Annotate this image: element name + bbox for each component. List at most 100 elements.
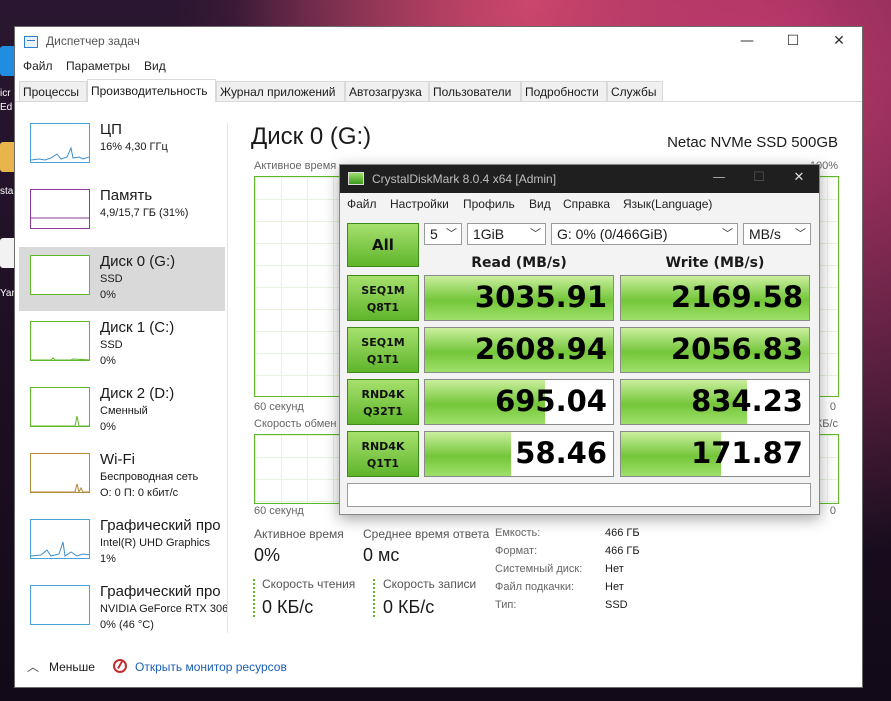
cdm-menu-profile[interactable]: Профиль bbox=[463, 197, 515, 211]
sidebar-item-label: Графический про bbox=[100, 517, 221, 534]
chevron-down-icon: ﹀ bbox=[795, 228, 806, 240]
cpu-thumbnail-graph bbox=[30, 123, 90, 163]
sidebar-item-usage: 0% bbox=[100, 289, 116, 301]
run-all-button[interactable]: All bbox=[347, 223, 419, 267]
test-seq1m-q8t1-button[interactable]: SEQ1M Q8T1 bbox=[347, 275, 419, 321]
test-seq1m-q1t1-button[interactable]: SEQ1M Q1T1 bbox=[347, 327, 419, 373]
gpu1-thumbnail-graph bbox=[30, 585, 90, 625]
desktop-label: Yar bbox=[0, 288, 15, 299]
sidebar-item-detail: Intel(R) UHD Graphics bbox=[100, 537, 211, 549]
chevron-up-icon[interactable]: ︿ bbox=[27, 658, 39, 675]
sidebar-item-detail: 16% 4,30 ГГц bbox=[100, 141, 168, 153]
minimize-button[interactable]: — bbox=[724, 27, 770, 57]
write-result: 2169.58 bbox=[620, 275, 810, 321]
sidebar-item-usage: 0% bbox=[100, 421, 116, 433]
type-label: Тип: bbox=[495, 599, 517, 611]
sidebar-item-disk1[interactable]: Диск 1 (C:) SSD 0% bbox=[19, 313, 225, 377]
tab-details[interactable]: Подробности bbox=[521, 81, 607, 101]
maximize-button[interactable]: ☐ bbox=[770, 27, 816, 57]
drive-value: G: 0% (0/466GiB) bbox=[557, 226, 668, 242]
comment-input[interactable] bbox=[347, 483, 811, 507]
cdm-minimize-button[interactable]: — bbox=[699, 165, 739, 193]
test-rnd4k-q1t1-button[interactable]: RND4K Q1T1 bbox=[347, 431, 419, 477]
cdm-menu-help[interactable]: Справка bbox=[563, 197, 610, 211]
transfer-rate-graph-min: 0 bbox=[829, 505, 836, 517]
test-name: RND4K bbox=[361, 388, 405, 401]
cdm-close-button[interactable]: ✕ bbox=[779, 165, 819, 193]
disk2-thumbnail-graph bbox=[30, 387, 90, 427]
cdm-menu-settings[interactable]: Настройки bbox=[390, 197, 449, 211]
page-file-label: Файл подкачки: bbox=[495, 581, 575, 593]
test-count-value: 5 bbox=[430, 226, 438, 242]
result-value: 171.87 bbox=[691, 436, 803, 470]
page-title: Диск 0 (G:) bbox=[251, 123, 372, 150]
test-rnd4k-q32t1-button[interactable]: RND4K Q32T1 bbox=[347, 379, 419, 425]
result-value: 2169.58 bbox=[670, 280, 803, 314]
fewer-details-link[interactable]: Меньше bbox=[49, 660, 95, 674]
sidebar-item-label: Диск 2 (D:) bbox=[100, 385, 175, 402]
test-name: SEQ1M bbox=[361, 284, 405, 297]
tab-users[interactable]: Пользователи bbox=[429, 81, 521, 101]
drive-select[interactable]: G: 0% (0/466GiB) ﹀ bbox=[551, 223, 738, 245]
tab-performance[interactable]: Производительность bbox=[87, 79, 216, 102]
result-value: 3035.91 bbox=[474, 280, 607, 314]
crystaldiskmark-icon bbox=[348, 172, 364, 185]
read-speed-label: Скорость чтения bbox=[262, 577, 356, 591]
test-count-select[interactable]: 5 ﹀ bbox=[424, 223, 462, 245]
read-column-header: Read (MB/s) bbox=[471, 255, 567, 271]
response-time-label: Среднее время ответа bbox=[363, 527, 490, 541]
tab-processes[interactable]: Процессы bbox=[19, 81, 87, 101]
menu-view[interactable]: Вид bbox=[144, 59, 166, 73]
result-value: 834.23 bbox=[691, 384, 803, 418]
close-button[interactable]: ✕ bbox=[816, 27, 862, 57]
tab-services[interactable]: Службы bbox=[607, 81, 663, 101]
cdm-maximize-button[interactable]: ☐ bbox=[739, 165, 779, 193]
wifi-thumbnail-graph bbox=[30, 453, 90, 493]
active-time-graph-label: Активное время bbox=[254, 160, 337, 172]
unit-value: MB/s bbox=[749, 226, 781, 242]
tab-app-history[interactable]: Журнал приложений bbox=[216, 81, 345, 101]
write-column-header: Write (MB/s) bbox=[665, 255, 765, 271]
sidebar-item-wifi[interactable]: Wi-Fi Беспроводная сеть О: 0 П: 0 кбит/с bbox=[19, 445, 225, 509]
titlebar[interactable]: Диспетчер задач — ☐ ✕ bbox=[15, 27, 862, 57]
cdm-menu-view[interactable]: Вид bbox=[529, 197, 551, 211]
format-value: 466 ГБ bbox=[605, 545, 640, 557]
footer: ︿ Меньше Открыть монитор ресурсов bbox=[15, 647, 862, 687]
sidebar-item-label: Диск 0 (G:) bbox=[100, 253, 176, 270]
result-value: 2056.83 bbox=[670, 332, 803, 366]
disk1-thumbnail-graph bbox=[30, 321, 90, 361]
open-resource-monitor-link[interactable]: Открыть монитор ресурсов bbox=[135, 660, 287, 674]
cdm-menu-bar: Файл Настройки Профиль Вид Справка Язык(… bbox=[340, 194, 819, 214]
test-size-select[interactable]: 1GiB ﹀ bbox=[467, 223, 546, 245]
test-params: Q1T1 bbox=[366, 457, 400, 470]
tab-bar: Процессы Производительность Журнал прило… bbox=[15, 79, 862, 102]
cdm-menu-language[interactable]: Язык(Language) bbox=[623, 197, 712, 211]
tab-startup[interactable]: Автозагрузка bbox=[345, 81, 429, 101]
sidebar-item-disk0[interactable]: Диск 0 (G:) SSD 0% bbox=[19, 247, 225, 311]
sidebar-item-detail: SSD bbox=[100, 339, 123, 351]
test-params: Q32T1 bbox=[363, 405, 403, 418]
read-speed-value: 0 КБ/с bbox=[262, 597, 314, 617]
menu-options[interactable]: Параметры bbox=[66, 59, 130, 73]
write-result: 171.87 bbox=[620, 431, 810, 477]
sidebar-item-detail: Беспроводная сеть bbox=[100, 471, 199, 483]
sidebar-item-memory[interactable]: Память 4,9/15,7 ГБ (31%) bbox=[19, 181, 225, 245]
menu-file[interactable]: Файл bbox=[23, 59, 53, 73]
graph-time-label: 60 секунд bbox=[254, 505, 304, 517]
test-size-value: 1GiB bbox=[473, 226, 505, 242]
menu-bar: Файл Параметры Вид bbox=[15, 57, 862, 77]
sidebar-item-disk2[interactable]: Диск 2 (D:) Сменный 0% bbox=[19, 379, 225, 443]
sidebar-item-label: ЦП bbox=[100, 121, 122, 138]
sidebar-item-gpu1[interactable]: Графический про NVIDIA GeForce RTX 306 0… bbox=[19, 577, 228, 641]
cdm-titlebar[interactable]: CrystalDiskMark 8.0.4 x64 [Admin] — ☐ ✕ bbox=[340, 165, 819, 193]
sidebar-item-cpu[interactable]: ЦП 16% 4,30 ГГц bbox=[19, 115, 225, 179]
cdm-menu-file[interactable]: Файл bbox=[347, 197, 377, 211]
resource-monitor-icon[interactable] bbox=[113, 659, 127, 673]
test-params: Q8T1 bbox=[366, 301, 400, 314]
sidebar-item-gpu0[interactable]: Графический про Intel(R) UHD Graphics 1% bbox=[19, 511, 225, 575]
unit-select[interactable]: MB/s ﹀ bbox=[743, 223, 811, 245]
performance-sidebar: ЦП 16% 4,30 ГГц Память 4,9/15,7 ГБ (31%)… bbox=[19, 115, 229, 643]
write-speed-marker bbox=[373, 579, 375, 617]
window-title: Диспетчер задач bbox=[46, 34, 140, 48]
chevron-down-icon: ﹀ bbox=[446, 228, 457, 240]
